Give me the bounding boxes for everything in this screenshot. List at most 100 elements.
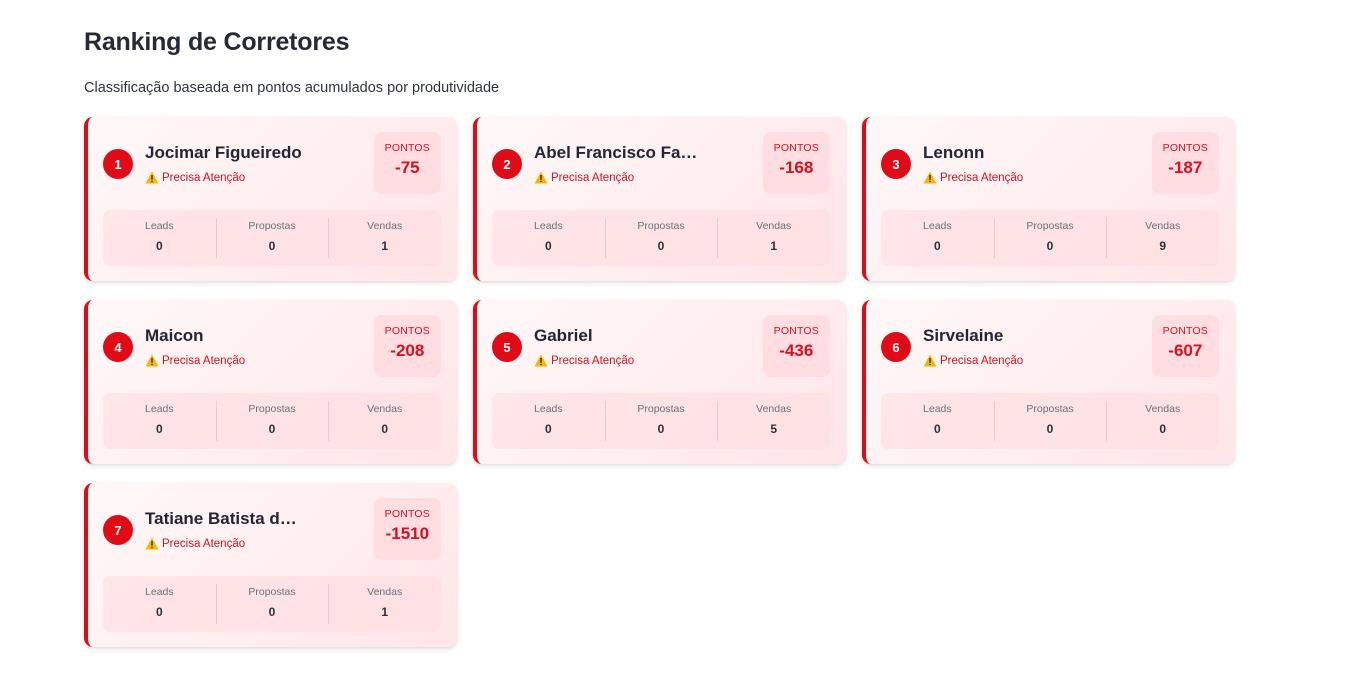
warning-icon	[145, 171, 159, 184]
leads-stat: Leads 0	[103, 210, 216, 266]
leads-stat: Leads 0	[881, 210, 994, 266]
points-value: -436	[779, 341, 814, 360]
status-text: Precisa Atenção	[162, 537, 246, 550]
sales-value: 1	[381, 605, 389, 619]
status-badge: Precisa Atenção	[145, 537, 245, 550]
leads-value: 0	[933, 239, 941, 253]
proposals-value: 0	[268, 422, 276, 436]
proposals-stat: Propostas 0	[993, 210, 1107, 266]
sales-stat: Vendas 9	[1106, 210, 1219, 266]
broker-name: Jocimar Figueiredo	[145, 143, 302, 162]
rank-badge: 3	[881, 149, 911, 179]
status-text: Precisa Atenção	[162, 354, 246, 367]
stats-panel: Leads 0 Propostas 0 Vendas 0	[881, 393, 1219, 449]
leads-label: Leads	[923, 220, 952, 232]
stats-panel: Leads 0 Propostas 0 Vendas 0	[103, 393, 441, 449]
status-text: Precisa Atenção	[162, 171, 246, 184]
sales-label: Vendas	[367, 403, 403, 415]
warning-icon	[534, 171, 548, 184]
warning-icon	[534, 354, 548, 367]
stats-panel: Leads 0 Propostas 0 Vendas 1	[492, 210, 830, 266]
leads-stat: Leads 0	[492, 210, 605, 266]
sales-stat: Vendas 5	[717, 393, 830, 449]
status-badge: Precisa Atenção	[923, 171, 1023, 184]
sales-label: Vendas	[367, 586, 403, 598]
broker-name: Gabriel	[534, 326, 593, 345]
points-value: -208	[390, 341, 425, 360]
broker-card[interactable]: 7 Tatiane Batista d… Precisa Atenção PON…	[84, 483, 457, 647]
points-label: PONTOS	[384, 508, 430, 520]
broker-card[interactable]: 2 Abel Francisco Fa… Precisa Atenção PON…	[473, 117, 846, 281]
broker-card[interactable]: 5 Gabriel Precisa Atenção PONTOS -436 Le…	[473, 300, 846, 464]
proposals-value: 0	[657, 239, 665, 253]
proposals-label: Propostas	[248, 586, 296, 598]
proposals-stat: Propostas 0	[604, 210, 718, 266]
page-subtitle: Classificação baseada em pontos acumulad…	[84, 80, 500, 96]
points-box: PONTOS -436	[762, 315, 830, 377]
proposals-label: Propostas	[1026, 220, 1074, 232]
points-label: PONTOS	[1162, 325, 1208, 337]
proposals-value: 0	[657, 422, 665, 436]
leads-stat: Leads 0	[881, 393, 994, 449]
proposals-value: 0	[1046, 239, 1054, 253]
points-box: PONTOS -208	[373, 315, 441, 377]
stats-panel: Leads 0 Propostas 0 Vendas 5	[492, 393, 830, 449]
sales-value: 1	[770, 239, 778, 253]
broker-card[interactable]: 6 Sirvelaine Precisa Atenção PONTOS -607…	[862, 300, 1235, 464]
leads-value: 0	[544, 422, 552, 436]
proposals-stat: Propostas 0	[993, 393, 1107, 449]
warning-icon	[923, 171, 937, 184]
rank-badge: 7	[103, 515, 133, 545]
broker-card[interactable]: 1 Jocimar Figueiredo Precisa Atenção PON…	[84, 117, 457, 281]
points-box: PONTOS -1510	[373, 498, 441, 560]
ranking-page: Ranking de Corretores Classificação base…	[0, 0, 1367, 674]
leads-value: 0	[544, 239, 552, 253]
sales-value: 5	[770, 422, 778, 436]
proposals-value: 0	[1046, 422, 1054, 436]
status-text: Precisa Atenção	[940, 171, 1024, 184]
proposals-stat: Propostas 0	[604, 393, 718, 449]
leads-label: Leads	[534, 403, 563, 415]
page-title: Ranking de Corretores	[84, 28, 350, 56]
broker-name: Sirvelaine	[923, 326, 1004, 345]
warning-icon	[145, 537, 159, 550]
leads-label: Leads	[145, 403, 174, 415]
points-box: PONTOS -168	[762, 132, 830, 194]
points-label: PONTOS	[384, 325, 430, 337]
proposals-label: Propostas	[248, 403, 296, 415]
warning-icon	[145, 354, 159, 367]
proposals-label: Propostas	[1026, 403, 1074, 415]
points-value: -75	[395, 158, 420, 177]
rank-badge: 1	[103, 149, 133, 179]
status-badge: Precisa Atenção	[534, 171, 634, 184]
sales-label: Vendas	[367, 220, 403, 232]
stats-panel: Leads 0 Propostas 0 Vendas 1	[103, 576, 441, 632]
leads-stat: Leads 0	[492, 393, 605, 449]
leads-value: 0	[155, 422, 163, 436]
leads-label: Leads	[923, 403, 952, 415]
stats-panel: Leads 0 Propostas 0 Vendas 1	[103, 210, 441, 266]
points-box: PONTOS -75	[373, 132, 441, 194]
sales-label: Vendas	[756, 403, 792, 415]
points-value: -1510	[385, 524, 430, 543]
ranking-grid: 1 Jocimar Figueiredo Precisa Atenção PON…	[84, 117, 1235, 647]
stats-panel: Leads 0 Propostas 0 Vendas 9	[881, 210, 1219, 266]
status-text: Precisa Atenção	[940, 354, 1024, 367]
sales-label: Vendas	[756, 220, 792, 232]
proposals-label: Propostas	[637, 220, 685, 232]
status-text: Precisa Atenção	[551, 354, 635, 367]
broker-card[interactable]: 3 Lenonn Precisa Atenção PONTOS -187 Lea…	[862, 117, 1235, 281]
points-value: -168	[779, 158, 814, 177]
sales-label: Vendas	[1145, 220, 1181, 232]
warning-icon	[923, 354, 937, 367]
status-text: Precisa Atenção	[551, 171, 635, 184]
leads-value: 0	[155, 239, 163, 253]
rank-badge: 5	[492, 332, 522, 362]
broker-name: Abel Francisco Fa…	[534, 143, 698, 162]
sales-value: 0	[381, 422, 389, 436]
broker-card[interactable]: 4 Maicon Precisa Atenção PONTOS -208 Lea…	[84, 300, 457, 464]
points-value: -607	[1168, 341, 1203, 360]
status-badge: Precisa Atenção	[534, 354, 634, 367]
leads-stat: Leads 0	[103, 393, 216, 449]
sales-value: 0	[1159, 422, 1167, 436]
